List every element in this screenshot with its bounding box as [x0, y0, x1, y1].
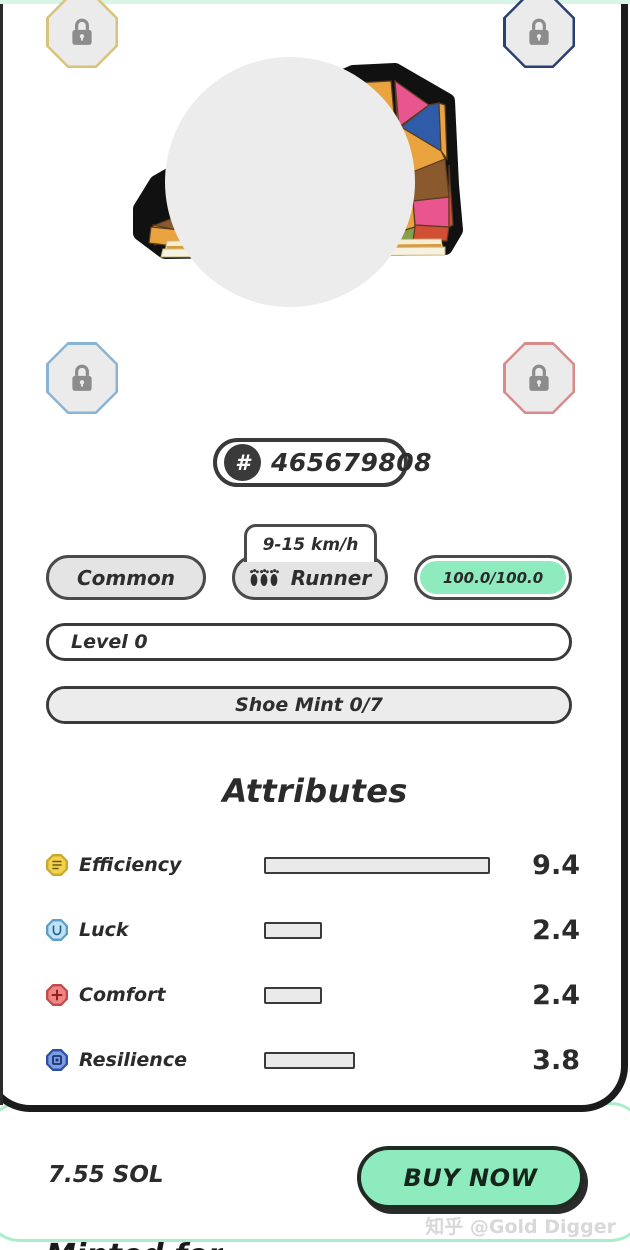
durability-value: 100.0/100.0 [420, 561, 566, 594]
rarity-chip: Common [46, 555, 206, 600]
watermark: 知乎 @Gold Digger [425, 1216, 616, 1238]
socket-bottom-left[interactable] [46, 342, 118, 414]
hash-icon: # [224, 444, 261, 481]
socket-bottom-right[interactable] [503, 342, 575, 414]
attribute-value: 9.4 [532, 849, 580, 881]
attribute-bar-track [264, 856, 504, 874]
resilience-icon [46, 1049, 68, 1071]
attribute-bar-track [264, 1051, 504, 1069]
durability-chip: 100.0/100.0 [414, 555, 572, 600]
attribute-name: Luck [79, 919, 129, 941]
attribute-name: Resilience [79, 1049, 187, 1071]
price-label: 7.55 SOL [48, 1162, 164, 1188]
attribute-bar-fill [264, 1051, 356, 1069]
shoe-backdrop-circle [165, 57, 415, 307]
cut-off-heading: Minted for [46, 1238, 223, 1250]
shoe-id-badge: # 465679808 [213, 438, 432, 487]
level-row: Level 0 [46, 623, 572, 661]
attribute-name: Comfort [79, 984, 166, 1006]
lock-icon [72, 364, 92, 391]
attribute-bar-track [264, 921, 504, 939]
attribute-bar-fill [264, 986, 322, 1004]
shoe-detail-screen: # 465679808 Common 9-15 km/h Runner 100.… [0, 0, 630, 1250]
attributes-title: Attributes [222, 772, 408, 810]
shoe-type-label: Runner [290, 565, 372, 590]
buy-now-button[interactable]: BUY NOW [357, 1146, 584, 1209]
shoe-mint-row: Shoe Mint 0/7 [46, 686, 572, 724]
lock-icon [529, 18, 549, 45]
card-left-edge [0, 0, 3, 1105]
attribute-bar-track [264, 986, 504, 1004]
attribute-value: 2.4 [532, 979, 580, 1011]
attribute-row-resilience: Resilience 3.8 [46, 1043, 586, 1077]
speed-range-tooltip: 9-15 km/h [244, 524, 377, 562]
lock-icon [529, 364, 549, 391]
attribute-bar-fill [264, 856, 490, 874]
footprints-icon [249, 568, 279, 586]
attribute-row-luck: Luck 2.4 [46, 913, 586, 947]
attribute-bar-fill [264, 921, 322, 939]
efficiency-icon [46, 854, 68, 876]
shoe-image [95, 55, 535, 325]
attribute-row-efficiency: Efficiency 9.4 [46, 848, 586, 882]
comfort-icon [46, 984, 68, 1006]
shoe-id-number: 465679808 [271, 448, 433, 477]
attribute-name: Efficiency [79, 854, 182, 876]
lock-icon [72, 18, 92, 45]
shoe-mint-label: Shoe Mint 0/7 [235, 694, 383, 716]
luck-icon [46, 919, 68, 941]
attribute-value: 2.4 [532, 914, 580, 946]
attribute-value: 3.8 [532, 1044, 580, 1076]
attribute-row-comfort: Comfort 2.4 [46, 978, 586, 1012]
